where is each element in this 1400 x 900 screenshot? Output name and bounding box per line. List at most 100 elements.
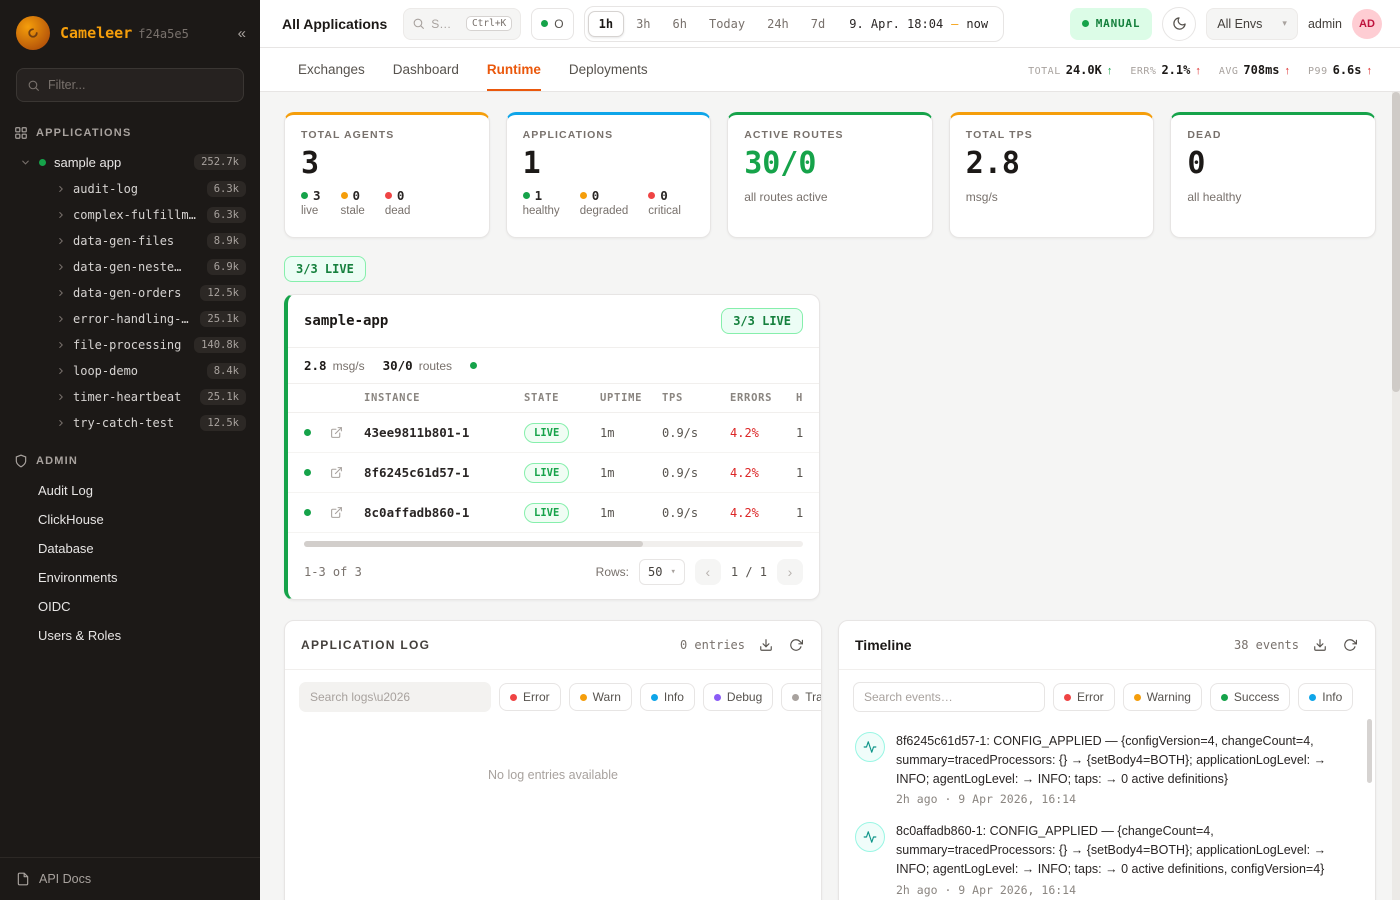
download-icon[interactable] xyxy=(1311,636,1329,654)
time-range-7d[interactable]: 7d xyxy=(801,12,835,36)
admin-item-oidc[interactable]: OIDC xyxy=(0,592,260,621)
external-link-icon[interactable] xyxy=(330,506,364,519)
timeline-event-list: 8f6245c61d57-1: CONFIG_APPLIED — {config… xyxy=(839,724,1375,900)
chevron-right-icon xyxy=(56,392,66,402)
status-badge: 3/3 LIVE xyxy=(721,308,803,334)
timeline-event[interactable]: 8f6245c61d57-1: CONFIG_APPLIED — {config… xyxy=(855,732,1355,806)
avatar[interactable]: AD xyxy=(1352,9,1382,39)
external-link-icon[interactable] xyxy=(330,426,364,439)
sidebar-item-timer-heartbeat[interactable]: timer-heartbeat25.1k xyxy=(0,384,260,410)
global-search[interactable]: S… Ctrl+K xyxy=(403,8,521,40)
sidebar-nav: APPLICATIONS sample app 252.7k audit-log… xyxy=(0,108,260,857)
applications-section-label: APPLICATIONS xyxy=(36,127,131,139)
sample-app-card: sample-app 3/3 LIVE 2.8 msg/s 30/0 route… xyxy=(284,294,820,600)
sidebar-collapse-button[interactable]: « xyxy=(238,26,246,41)
count-badge: 140.8k xyxy=(194,337,246,353)
tab-dashboard[interactable]: Dashboard xyxy=(393,48,459,91)
sidebar-item-complex-fulfillment[interactable]: complex-fulfillm…6.3k xyxy=(0,202,260,228)
brand-version: f24a5e5 xyxy=(138,27,189,41)
brand-wrap: Cameleerf24a5e5 xyxy=(60,24,189,43)
manual-mode-button[interactable]: MANUAL xyxy=(1070,8,1153,40)
count-badge: 6.9k xyxy=(207,259,246,275)
chevron-down-icon: ▾ xyxy=(670,567,675,577)
application-log-panel: APPLICATION LOG 0 entries Error Warn Inf… xyxy=(284,620,822,900)
timeline-search-input[interactable] xyxy=(853,682,1045,712)
filter-chip-error[interactable]: Error xyxy=(1053,683,1115,711)
filter-input[interactable] xyxy=(48,78,233,92)
rows-per-page-select[interactable]: 50 ▾ xyxy=(639,559,685,585)
log-entry-count: 0 entries xyxy=(680,638,745,652)
scrollbar-thumb[interactable] xyxy=(304,541,643,547)
admin-item-clickhouse[interactable]: ClickHouse xyxy=(0,505,260,534)
dark-mode-toggle[interactable] xyxy=(1162,7,1196,41)
sidebar-item-file-processing[interactable]: file-processing140.8k xyxy=(0,332,260,358)
mini-stale: 0stale xyxy=(341,188,365,217)
trend-up-icon: ↑ xyxy=(1367,65,1373,77)
mini-degraded: 0degraded xyxy=(580,188,629,217)
stat-avg: AVG 708ms ↑ xyxy=(1219,63,1290,77)
stat-err: ERR% 2.1% ↑ xyxy=(1130,63,1201,77)
sidebar-item-error-handling[interactable]: error-handling-…25.1k xyxy=(0,306,260,332)
filter-chip-success[interactable]: Success xyxy=(1210,683,1290,711)
time-range-3h[interactable]: 3h xyxy=(626,12,660,36)
filter-chip-error[interactable]: Error xyxy=(499,683,561,711)
tab-exchanges[interactable]: Exchanges xyxy=(298,48,365,91)
chevron-right-icon xyxy=(56,236,66,246)
sidebar-item-audit-log[interactable]: audit-log6.3k xyxy=(0,176,260,202)
date-range-display[interactable]: 9. Apr. 18:04 — now xyxy=(837,17,1000,31)
scrollbar-thumb[interactable] xyxy=(1392,92,1400,392)
filter-chip-info[interactable]: Info xyxy=(640,683,695,711)
header-stats: TOTAL 24.0K ↑ ERR% 2.1% ↑ AVG 708ms ↑ P9… xyxy=(1028,63,1372,77)
environment-select[interactable]: All Envs ▾ xyxy=(1206,8,1298,40)
trend-up-icon: ↑ xyxy=(1285,65,1291,77)
page-scrollbar[interactable] xyxy=(1392,92,1400,900)
tab-deployments[interactable]: Deployments xyxy=(569,48,648,91)
table-row[interactable]: 8c0affadb860-1 LIVE 1m 0.9/s 4.2% 1 xyxy=(288,493,819,533)
online-indicator[interactable]: O xyxy=(531,8,573,40)
time-range-1h[interactable]: 1h xyxy=(588,11,624,37)
timeline-scrollbar-thumb[interactable] xyxy=(1367,719,1372,783)
admin-item-database[interactable]: Database xyxy=(0,534,260,563)
app-root: Cameleerf24a5e5 « APPLICATIONS sample ap… xyxy=(0,0,1400,900)
filter-chip-info[interactable]: Info xyxy=(1298,683,1353,711)
app-logo xyxy=(16,16,50,50)
filter-chip-warn[interactable]: Warn xyxy=(569,683,632,711)
table-row[interactable]: 8f6245c61d57-1 LIVE 1m 0.9/s 4.2% 1 xyxy=(288,453,819,493)
download-icon[interactable] xyxy=(757,636,775,654)
time-range-today[interactable]: Today xyxy=(699,12,755,36)
live-filter-pill[interactable]: 3/3 LIVE xyxy=(284,256,366,282)
log-search-input[interactable] xyxy=(299,682,491,712)
sidebar-item-data-gen-nested[interactable]: data-gen-neste…6.9k xyxy=(0,254,260,280)
timeline-panel: Timeline 38 events Error Warning Success… xyxy=(838,620,1376,900)
sidebar-item-sample-app[interactable]: sample app 252.7k xyxy=(0,148,260,176)
external-link-icon[interactable] xyxy=(330,466,364,479)
api-docs-link[interactable]: API Docs xyxy=(0,857,260,900)
next-page-button[interactable]: › xyxy=(777,559,803,585)
instance-status-dot xyxy=(304,429,311,436)
table-header: INSTANCE STATE UPTIME TPS ERRORS H xyxy=(288,383,819,413)
chevron-right-icon xyxy=(56,418,66,428)
timeline-event[interactable]: 8c0affadb860-1: CONFIG_APPLIED — {change… xyxy=(855,822,1355,896)
sidebar-item-try-catch-test[interactable]: try-catch-test12.5k xyxy=(0,410,260,436)
table-row[interactable]: 43ee9811b801-1 LIVE 1m 0.9/s 4.2% 1 xyxy=(288,413,819,453)
admin-item-environments[interactable]: Environments xyxy=(0,563,260,592)
refresh-icon[interactable] xyxy=(1341,636,1359,654)
api-docs-label: API Docs xyxy=(39,872,91,886)
tab-runtime[interactable]: Runtime xyxy=(487,48,541,91)
filter-chip-warning[interactable]: Warning xyxy=(1123,683,1202,711)
count-badge: 6.3k xyxy=(207,207,246,223)
time-range-24h[interactable]: 24h xyxy=(757,12,799,36)
refresh-icon[interactable] xyxy=(787,636,805,654)
count-badge: 12.5k xyxy=(200,415,246,431)
sidebar-item-data-gen-orders[interactable]: data-gen-orders12.5k xyxy=(0,280,260,306)
admin-item-audit-log[interactable]: Audit Log xyxy=(0,476,260,505)
sidebar-item-data-gen-files[interactable]: data-gen-files8.9k xyxy=(0,228,260,254)
time-range-6h[interactable]: 6h xyxy=(663,12,697,36)
filter-chip-trace[interactable]: Trace xyxy=(781,683,822,711)
timeline-filter-bar: Error Warning Success Info xyxy=(839,670,1375,724)
admin-item-users-roles[interactable]: Users & Roles xyxy=(0,621,260,650)
filter-chip-debug[interactable]: Debug xyxy=(703,683,773,711)
horizontal-scrollbar[interactable] xyxy=(304,541,803,547)
sidebar-item-loop-demo[interactable]: loop-demo8.4k xyxy=(0,358,260,384)
prev-page-button[interactable]: ‹ xyxy=(695,559,721,585)
